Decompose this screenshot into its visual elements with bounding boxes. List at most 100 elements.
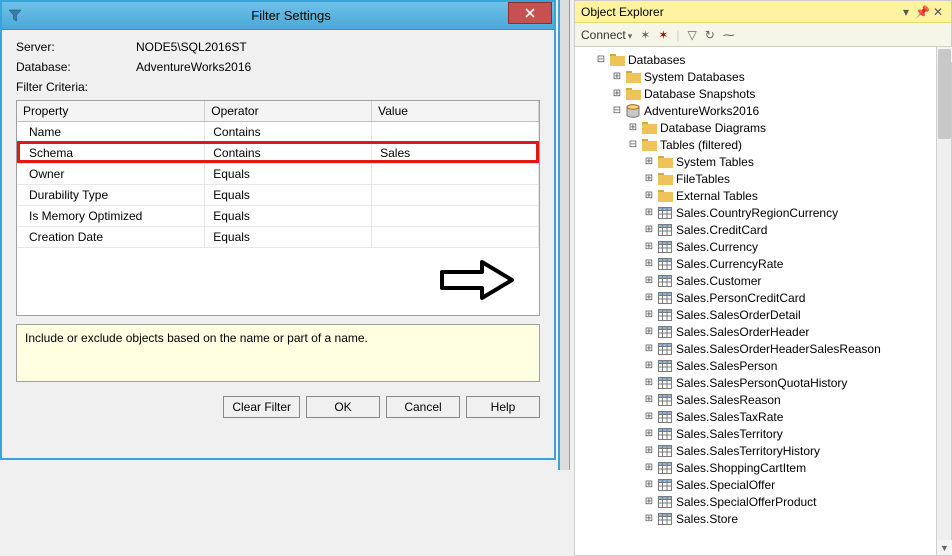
vertical-scrollbar[interactable]: ▲ ▼ — [936, 47, 951, 555]
criteria-cell-property[interactable]: Name — [17, 122, 205, 143]
expand-icon[interactable]: ⊞ — [643, 309, 655, 321]
scroll-down-icon[interactable]: ▼ — [937, 540, 952, 555]
criteria-cell-operator[interactable]: Equals — [205, 164, 372, 185]
object-explorer-titlebar[interactable]: Object Explorer ▾ 📌 ✕ — [575, 1, 951, 23]
ok-button[interactable]: OK — [306, 396, 380, 418]
expand-icon[interactable]: ⊞ — [643, 275, 655, 287]
expand-icon[interactable]: ⊞ — [643, 343, 655, 355]
tree-table-node[interactable]: ⊞Sales.CountryRegionCurrency — [579, 204, 950, 221]
expand-icon[interactable]: ⊞ — [643, 411, 655, 423]
tree-table-node[interactable]: ⊞Sales.SalesOrderDetail — [579, 306, 950, 323]
activity-icon[interactable]: ⁓ — [723, 28, 735, 42]
criteria-cell-value[interactable] — [372, 185, 539, 206]
tree-folder-node[interactable]: ⊞FileTables — [579, 170, 950, 187]
tree-table-node[interactable]: ⊞Sales.SpecialOffer — [579, 476, 950, 493]
tree-table-node[interactable]: ⊞Sales.SalesTaxRate — [579, 408, 950, 425]
tree-table-node[interactable]: ⊞Sales.SalesOrderHeader — [579, 323, 950, 340]
help-button[interactable]: Help — [466, 396, 540, 418]
expand-icon[interactable]: ⊞ — [643, 258, 655, 270]
expand-icon[interactable]: ⊞ — [643, 207, 655, 219]
expand-icon[interactable]: ⊞ — [643, 445, 655, 457]
expand-icon[interactable]: ⊞ — [643, 360, 655, 372]
expand-icon[interactable]: ⊞ — [611, 88, 623, 100]
criteria-row[interactable]: Creation DateEquals — [17, 227, 539, 248]
disconnect-icon[interactable]: ✶ — [640, 28, 650, 42]
criteria-cell-operator[interactable]: Equals — [205, 185, 372, 206]
tree-folder-node[interactable]: ⊞Database Snapshots — [579, 85, 950, 102]
tree-table-node[interactable]: ⊞Sales.Currency — [579, 238, 950, 255]
expand-icon[interactable]: ⊞ — [643, 394, 655, 406]
criteria-cell-operator[interactable]: Equals — [205, 227, 372, 248]
tree-folder-node[interactable]: ⊞Database Diagrams — [579, 119, 950, 136]
stop-icon[interactable]: ✶ — [658, 28, 668, 42]
expand-icon[interactable]: ⊞ — [643, 190, 655, 202]
criteria-cell-value[interactable] — [372, 164, 539, 185]
collapse-icon[interactable]: ⊟ — [611, 105, 623, 117]
tree-folder-node[interactable]: ⊞System Databases — [579, 68, 950, 85]
tree-folder-node[interactable]: ⊟Tables (filtered) — [579, 136, 950, 153]
tree-table-node[interactable]: ⊞Sales.SalesOrderHeaderSalesReason — [579, 340, 950, 357]
criteria-cell-value[interactable] — [372, 206, 539, 227]
criteria-cell-property[interactable]: Is Memory Optimized — [17, 206, 205, 227]
expand-icon[interactable]: ⊞ — [643, 513, 655, 525]
expand-icon[interactable]: ⊞ — [643, 156, 655, 168]
expand-icon[interactable]: ⊞ — [643, 241, 655, 253]
criteria-cell-value[interactable] — [372, 227, 539, 248]
clear-filter-button[interactable]: Clear Filter — [223, 396, 300, 418]
criteria-row[interactable]: NameContains — [17, 122, 539, 143]
expand-icon[interactable]: ⊞ — [643, 496, 655, 508]
tree-table-node[interactable]: ⊞Sales.CreditCard — [579, 221, 950, 238]
criteria-cell-property[interactable]: Durability Type — [17, 185, 205, 206]
filter-icon[interactable]: ▽ — [687, 28, 696, 42]
tree-table-node[interactable]: ⊞Sales.SpecialOfferProduct — [579, 493, 950, 510]
scroll-thumb[interactable] — [938, 49, 951, 139]
dialog-titlebar[interactable]: Filter Settings — [2, 2, 554, 30]
expand-icon[interactable]: ⊞ — [611, 71, 623, 83]
criteria-row[interactable]: SchemaContainsSales — [17, 143, 539, 164]
connect-button[interactable]: Connect — [581, 28, 632, 42]
criteria-cell-operator[interactable]: Contains — [205, 122, 372, 143]
collapse-icon[interactable]: ⊟ — [595, 54, 607, 66]
tree-table-node[interactable]: ⊞Sales.SalesTerritoryHistory — [579, 442, 950, 459]
cancel-button[interactable]: Cancel — [386, 396, 460, 418]
tree-table-node[interactable]: ⊞Sales.CurrencyRate — [579, 255, 950, 272]
expand-icon[interactable]: ⊞ — [643, 173, 655, 185]
expand-icon[interactable]: ⊞ — [627, 122, 639, 134]
criteria-row[interactable]: Durability TypeEquals — [17, 185, 539, 206]
tree-folder-node[interactable]: ⊞External Tables — [579, 187, 950, 204]
tree-folder-node[interactable]: ⊟Databases — [579, 51, 950, 68]
close-button[interactable] — [508, 2, 552, 24]
col-value[interactable]: Value — [372, 101, 539, 122]
criteria-row[interactable]: OwnerEquals — [17, 164, 539, 185]
tree-table-node[interactable]: ⊞Sales.PersonCreditCard — [579, 289, 950, 306]
criteria-cell-value[interactable]: Sales — [372, 143, 539, 164]
tree-table-node[interactable]: ⊞Sales.SalesTerritory — [579, 425, 950, 442]
expand-icon[interactable]: ⊞ — [643, 462, 655, 474]
criteria-cell-property[interactable]: Creation Date — [17, 227, 205, 248]
tree-db-node[interactable]: ⊟AdventureWorks2016 — [579, 102, 950, 119]
tree-table-node[interactable]: ⊞Sales.SalesPersonQuotaHistory — [579, 374, 950, 391]
window-dropdown-icon[interactable]: ▾ — [899, 5, 913, 19]
filter-criteria-grid[interactable]: Property Operator Value NameContainsSche… — [16, 100, 540, 316]
criteria-cell-property[interactable]: Schema — [17, 143, 205, 164]
tree-table-node[interactable]: ⊞Sales.SalesPerson — [579, 357, 950, 374]
expand-icon[interactable]: ⊞ — [643, 224, 655, 236]
criteria-cell-operator[interactable]: Equals — [205, 206, 372, 227]
expand-icon[interactable]: ⊞ — [643, 428, 655, 440]
expand-icon[interactable]: ⊞ — [643, 292, 655, 304]
col-operator[interactable]: Operator — [205, 101, 372, 122]
expand-icon[interactable]: ⊞ — [643, 377, 655, 389]
tree-table-node[interactable]: ⊞Sales.Store — [579, 510, 950, 527]
refresh-icon[interactable]: ↻ — [705, 28, 715, 42]
criteria-cell-property[interactable]: Owner — [17, 164, 205, 185]
tree-folder-node[interactable]: ⊞System Tables — [579, 153, 950, 170]
close-icon[interactable]: ✕ — [931, 5, 945, 19]
tree-table-node[interactable]: ⊞Sales.Customer — [579, 272, 950, 289]
object-explorer-tree[interactable]: ⊟Databases⊞System Databases⊞Database Sna… — [575, 47, 951, 555]
collapse-icon[interactable]: ⊟ — [627, 139, 639, 151]
pin-icon[interactable]: 📌 — [915, 5, 929, 19]
tree-table-node[interactable]: ⊞Sales.ShoppingCartItem — [579, 459, 950, 476]
tree-table-node[interactable]: ⊞Sales.SalesReason — [579, 391, 950, 408]
expand-icon[interactable]: ⊞ — [643, 479, 655, 491]
expand-icon[interactable]: ⊞ — [643, 326, 655, 338]
